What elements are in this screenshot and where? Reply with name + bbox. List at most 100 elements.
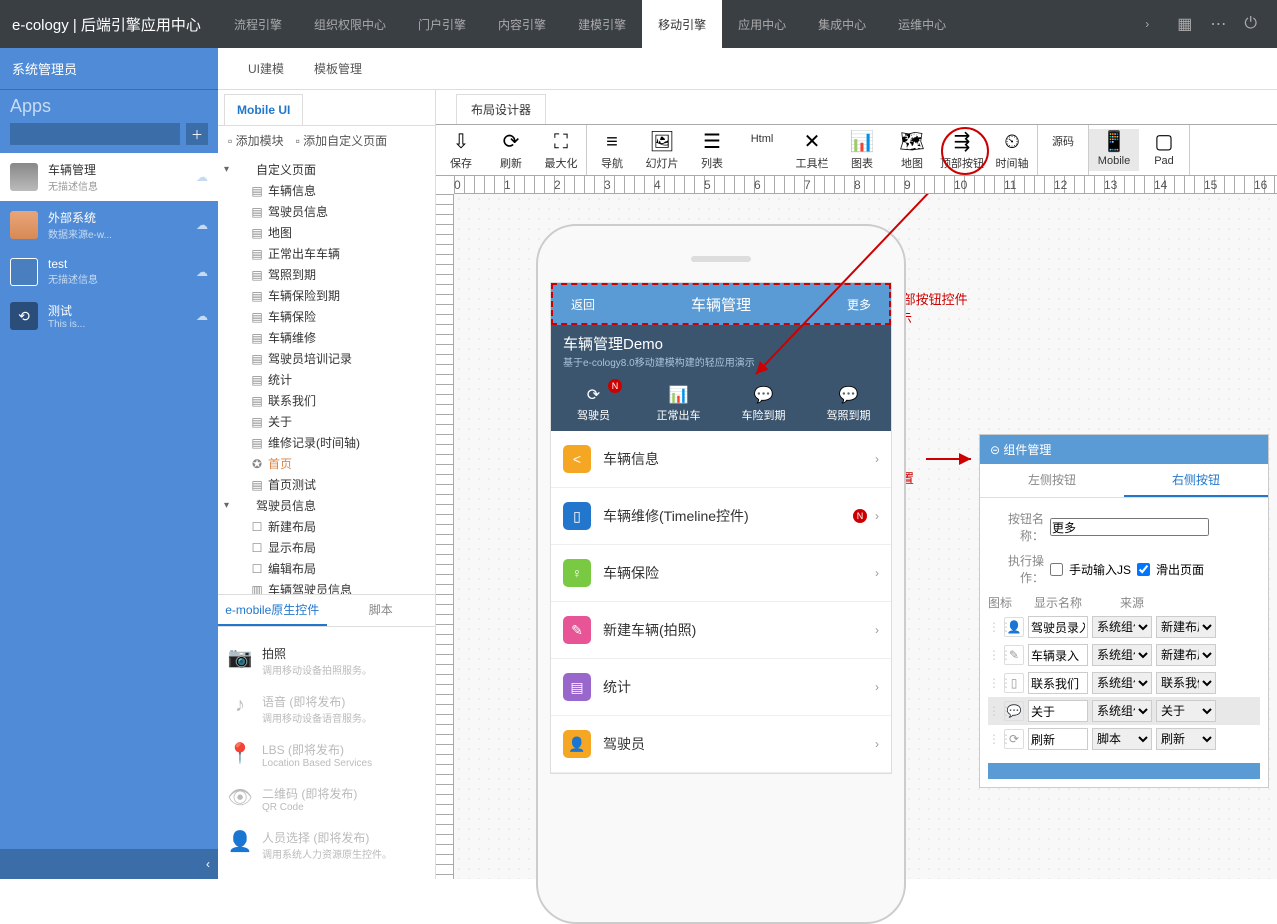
add-app-button[interactable]: ＋ xyxy=(186,123,208,145)
tree-node[interactable]: ▥车辆驾驶员信息 xyxy=(224,579,429,594)
toolbar-button[interactable]: ⛶最大化 xyxy=(536,129,586,171)
button-row[interactable]: ⋮⋮ ✎ 系统组件新建布局 xyxy=(988,641,1260,669)
top-tab[interactable]: 集成中心 xyxy=(802,0,882,48)
tree-node[interactable]: ▤驾驶员培训记录 xyxy=(224,348,429,369)
drag-icon[interactable]: ⋮⋮ xyxy=(988,648,1000,662)
target-select[interactable]: 新建布局 xyxy=(1156,644,1216,666)
tree-node[interactable]: ☐编辑布局 xyxy=(224,558,429,579)
add-row-bar[interactable] xyxy=(988,763,1260,779)
tree-node[interactable]: ▤首页测试 xyxy=(224,474,429,495)
collapse-sidebar[interactable]: ‹ xyxy=(0,849,218,879)
second-tab[interactable]: UI建模 xyxy=(248,60,284,77)
second-tab[interactable]: 模板管理 xyxy=(314,60,362,77)
row-icon[interactable]: 💬 xyxy=(1004,701,1024,721)
native-control[interactable]: 📷拍照调用移动设备拍照服务。 xyxy=(228,637,425,685)
nav-chevron[interactable]: › xyxy=(1137,17,1157,31)
display-name-input[interactable] xyxy=(1028,644,1088,666)
toolbar-button[interactable]: Html xyxy=(737,129,787,171)
display-name-input[interactable] xyxy=(1028,616,1088,638)
top-tab[interactable]: 门户引擎 xyxy=(402,0,482,48)
tool-link[interactable]: ▫ 添加自定义页面 xyxy=(296,132,388,149)
toolbar-button[interactable]: ✕工具栏 xyxy=(787,129,837,171)
tree-node[interactable]: ▤驾照到期 xyxy=(224,264,429,285)
top-tab[interactable]: 移动引擎 xyxy=(642,0,722,48)
bottom-tab[interactable]: 脚本 xyxy=(327,595,436,626)
button-row[interactable]: ⋮⋮👤系统组件新建布局 xyxy=(988,613,1260,641)
quick-button[interactable]: 💬车险到期 xyxy=(721,377,806,431)
toolbar-button[interactable]: ⏲时间轴 xyxy=(987,129,1037,171)
comp-subtab[interactable]: 左侧按钮 xyxy=(980,464,1124,497)
toolbar-button[interactable]: 源码 xyxy=(1038,129,1088,171)
tree-node[interactable]: ▤驾驶员信息 xyxy=(224,201,429,222)
app-search-input[interactable] xyxy=(10,123,180,145)
tree-node[interactable]: ▤关于 xyxy=(224,411,429,432)
source-select[interactable]: 系统组件 xyxy=(1092,672,1152,694)
layout-designer-tab[interactable]: 布局设计器 xyxy=(456,94,546,124)
tool-link[interactable]: ▫ 添加模块 xyxy=(228,132,284,149)
source-select[interactable]: 系统组件 xyxy=(1092,700,1152,722)
tree-node[interactable]: ▾自定义页面 xyxy=(224,159,429,180)
tree-node[interactable]: ▤车辆保险 xyxy=(224,306,429,327)
list-item[interactable]: ✎新建车辆(拍照)› xyxy=(551,602,891,659)
row-icon[interactable]: ✎ xyxy=(1004,645,1024,665)
toolbar-button[interactable]: ⟳刷新 xyxy=(486,129,536,171)
display-name-input[interactable] xyxy=(1028,700,1088,722)
drag-icon[interactable]: ⋮⋮ xyxy=(988,620,1000,634)
quick-button[interactable]: 💬驾照到期 xyxy=(806,377,891,431)
list-item[interactable]: 👤驾驶员› xyxy=(551,716,891,773)
button-row[interactable]: ⋮⋮💬系统组件关于 xyxy=(988,697,1260,725)
comp-subtab[interactable]: 右侧按钮 xyxy=(1124,464,1268,497)
top-tab[interactable]: 应用中心 xyxy=(722,0,802,48)
drag-icon[interactable]: ⋮⋮ xyxy=(988,732,1000,746)
toolbar-button[interactable]: ≡导航 xyxy=(587,129,637,171)
drag-icon[interactable]: ⋮⋮ xyxy=(988,676,1000,690)
power-icon[interactable]: ⏻ xyxy=(1244,15,1257,33)
list-item[interactable]: ▯车辆维修(Timeline控件)N› xyxy=(551,488,891,545)
component-panel[interactable]: ⊝ 组件管理 左侧按钮右侧按钮 按钮名称： 执行操作： 手动输入JS 滑出页面 … xyxy=(979,434,1269,788)
target-select[interactable]: 联系我们 xyxy=(1156,672,1216,694)
tree-node[interactable]: ▤车辆维修 xyxy=(224,327,429,348)
tree-node[interactable]: ☐显示布局 xyxy=(224,537,429,558)
row-icon[interactable]: ⟳ xyxy=(1004,729,1024,749)
tree-node[interactable]: ▤地图 xyxy=(224,222,429,243)
toolbar-button[interactable]: 🗺地图 xyxy=(887,129,937,171)
target-select[interactable]: 新建布局 xyxy=(1156,616,1216,638)
app-item[interactable]: 车辆管理无描述信息☁ xyxy=(0,153,218,201)
display-name-input[interactable] xyxy=(1028,672,1088,694)
row-icon[interactable]: 👤 xyxy=(1004,617,1024,637)
top-tab[interactable]: 运维中心 xyxy=(882,0,962,48)
toolbar-button[interactable]: 🖼幻灯片 xyxy=(637,129,687,171)
row-icon[interactable]: ▯ xyxy=(1004,673,1024,693)
source-select[interactable]: 脚本 xyxy=(1092,728,1152,750)
list-item[interactable]: ♀车辆保险› xyxy=(551,545,891,602)
mobile-ui-tab[interactable]: Mobile UI xyxy=(224,94,303,125)
quick-button[interactable]: ⟳驾驶员N xyxy=(551,377,636,431)
tree-node[interactable]: ✪首页 xyxy=(224,453,429,474)
tree-node[interactable]: ▾驾驶员信息 xyxy=(224,495,429,516)
target-select[interactable]: 刷新 xyxy=(1156,728,1216,750)
source-select[interactable]: 系统组件 xyxy=(1092,644,1152,666)
toolbar-button[interactable]: 📊图表 xyxy=(837,129,887,171)
toolbar-button[interactable]: ⇶顶部按钮 xyxy=(937,129,987,171)
manual-js-check[interactable] xyxy=(1050,563,1063,576)
tree-node[interactable]: ▤联系我们 xyxy=(224,390,429,411)
display-name-input[interactable] xyxy=(1028,728,1088,750)
button-row[interactable]: ⋮⋮ ⟳ 脚本刷新 xyxy=(988,725,1260,753)
top-tab[interactable]: 内容引擎 xyxy=(482,0,562,48)
more-icon[interactable]: ⋯ xyxy=(1210,14,1226,34)
app-item[interactable]: test无描述信息☁ xyxy=(0,249,218,294)
tree-node[interactable]: ▤车辆信息 xyxy=(224,180,429,201)
tree-node[interactable]: ▤维修记录(时间轴) xyxy=(224,432,429,453)
bottom-tab[interactable]: e-mobile原生控件 xyxy=(218,595,327,626)
phone-topbar[interactable]: 返回 车辆管理 更多 xyxy=(551,283,891,325)
tree-node[interactable]: ▤车辆保险到期 xyxy=(224,285,429,306)
toolbar-button[interactable]: 📱Mobile xyxy=(1089,129,1139,171)
top-tab[interactable]: 组织权限中心 xyxy=(298,0,402,48)
back-button[interactable]: 返回 xyxy=(553,296,613,313)
app-item[interactable]: 外部系统数据来源e-w...☁ xyxy=(0,201,218,249)
tree-node[interactable]: ▤正常出车车辆 xyxy=(224,243,429,264)
list-item[interactable]: <车辆信息› xyxy=(551,431,891,488)
tree-node[interactable]: ▤统计 xyxy=(224,369,429,390)
app-item[interactable]: ⟲测试This is...☁ xyxy=(0,294,218,338)
toolbar-button[interactable]: ⇩保存 xyxy=(436,129,486,171)
